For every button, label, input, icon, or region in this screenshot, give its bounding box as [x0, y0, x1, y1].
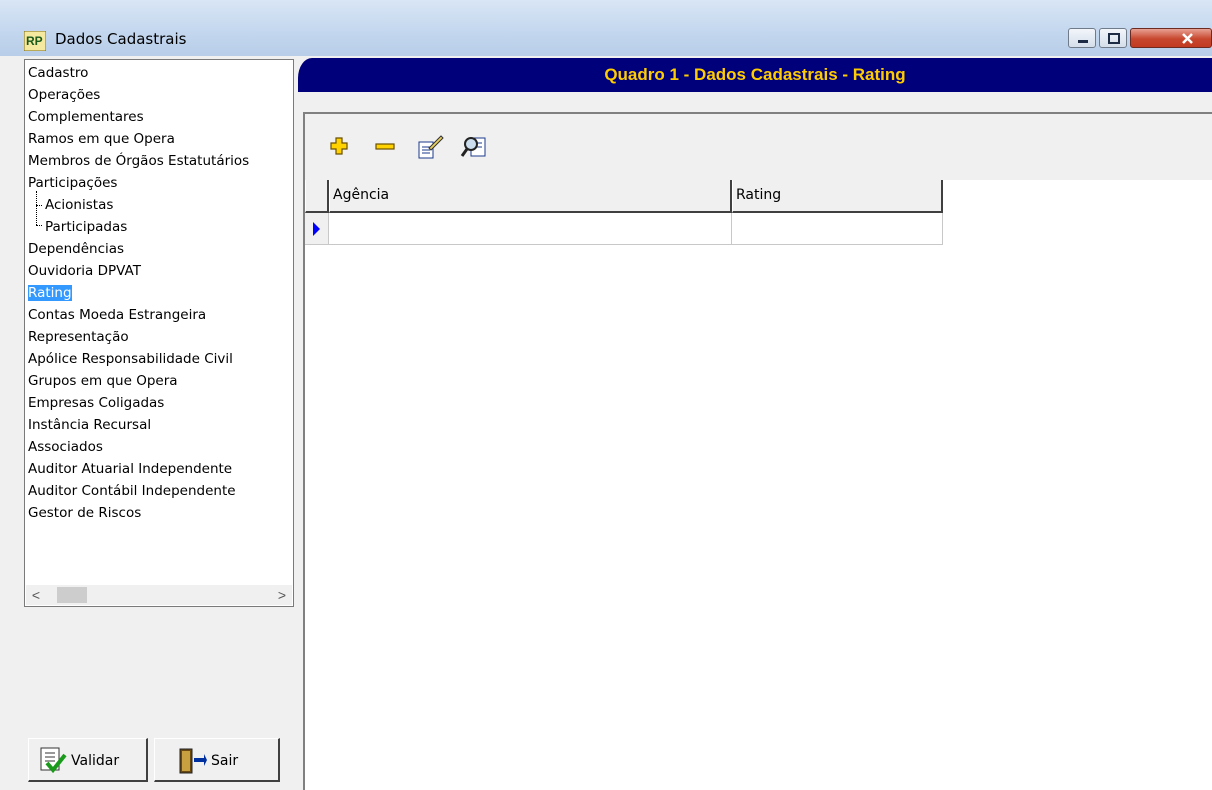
maximize-button[interactable]	[1099, 28, 1127, 48]
scroll-left-icon[interactable]: <	[26, 585, 46, 605]
minimize-icon	[1078, 40, 1088, 43]
minimize-button[interactable]	[1068, 28, 1096, 48]
section-title: Quadro 1 - Dados Cadastrais - Rating	[604, 65, 906, 84]
tree-item-representacao[interactable]: Representação	[28, 327, 129, 348]
navigation-tree[interactable]: Cadastro Operações Complementares Ramos …	[24, 59, 294, 607]
section-header: Quadro 1 - Dados Cadastrais - Rating	[298, 58, 1212, 92]
tree-item-auditor-contabil[interactable]: Auditor Contábil Independente	[28, 481, 236, 502]
tree-item-empresas-coligadas[interactable]: Empresas Coligadas	[28, 393, 164, 414]
sair-button[interactable]: Sair	[154, 738, 280, 782]
tree-item-instancia[interactable]: Instância Recursal	[28, 415, 151, 436]
tree-item-contas-moeda[interactable]: Contas Moeda Estrangeira	[28, 305, 206, 326]
add-icon[interactable]	[323, 130, 355, 162]
tree-item-apolice[interactable]: Apólice Responsabilidade Civil	[28, 349, 233, 370]
scroll-thumb[interactable]	[57, 587, 87, 603]
remove-icon[interactable]	[369, 130, 401, 162]
tree-item-ramos[interactable]: Ramos em que Opera	[28, 129, 175, 150]
horizontal-scrollbar[interactable]: < >	[26, 585, 292, 605]
tree-item-acionistas[interactable]: Acionistas	[45, 195, 113, 216]
tree-item-gestor-riscos[interactable]: Gestor de Riscos	[28, 503, 141, 524]
tree-connector	[36, 205, 42, 206]
search-icon[interactable]	[459, 130, 491, 162]
edit-icon[interactable]	[413, 130, 445, 162]
tree-connector	[36, 191, 37, 225]
tree-item-grupos[interactable]: Grupos em que Opera	[28, 371, 178, 392]
window-title: Dados Cadastrais	[55, 30, 187, 48]
row-indicator[interactable]	[305, 213, 329, 245]
tree-item-operacoes[interactable]: Operações	[28, 85, 100, 106]
column-header-rating[interactable]: Rating	[732, 180, 943, 213]
exit-door-icon	[179, 748, 207, 774]
tree-item-membros[interactable]: Membros de Órgãos Estatutários	[28, 151, 249, 172]
svg-text:RP: RP	[26, 34, 43, 48]
sair-label: Sair	[211, 753, 239, 769]
tree-item-dependencias[interactable]: Dependências	[28, 239, 124, 260]
validar-label: Validar	[71, 753, 120, 769]
cell-rating[interactable]	[732, 213, 943, 245]
window-titlebar: RP Dados Cadastrais	[0, 0, 1212, 56]
close-button[interactable]	[1130, 28, 1212, 48]
scroll-right-icon[interactable]: >	[272, 585, 292, 605]
tree-item-participacoes[interactable]: Participações	[28, 173, 117, 194]
tree-item-associados[interactable]: Associados	[28, 437, 103, 458]
tree-item-auditor-atuarial[interactable]: Auditor Atuarial Independente	[28, 459, 232, 480]
validate-checklist-icon	[40, 747, 67, 774]
app-logo-icon: RP	[24, 31, 46, 51]
grid-toolbar	[305, 114, 1212, 180]
validar-button[interactable]: Validar	[28, 738, 148, 782]
tree-item-complementares[interactable]: Complementares	[28, 107, 144, 128]
restore-icon	[1108, 33, 1120, 44]
close-icon	[1182, 33, 1193, 44]
cell-agencia[interactable]	[329, 213, 732, 245]
tree-item-participadas[interactable]: Participadas	[45, 217, 127, 238]
tree-connector	[36, 225, 42, 226]
tree-item-ouvidoria[interactable]: Ouvidoria DPVAT	[28, 261, 141, 282]
tree-item-rating[interactable]: Rating	[28, 283, 72, 304]
content-panel: Agência Rating	[303, 112, 1212, 790]
current-row-arrow-icon	[313, 222, 320, 236]
grid-indicator-header	[305, 180, 329, 213]
tree-item-cadastro[interactable]: Cadastro	[28, 63, 88, 84]
column-header-agencia[interactable]: Agência	[329, 180, 732, 213]
